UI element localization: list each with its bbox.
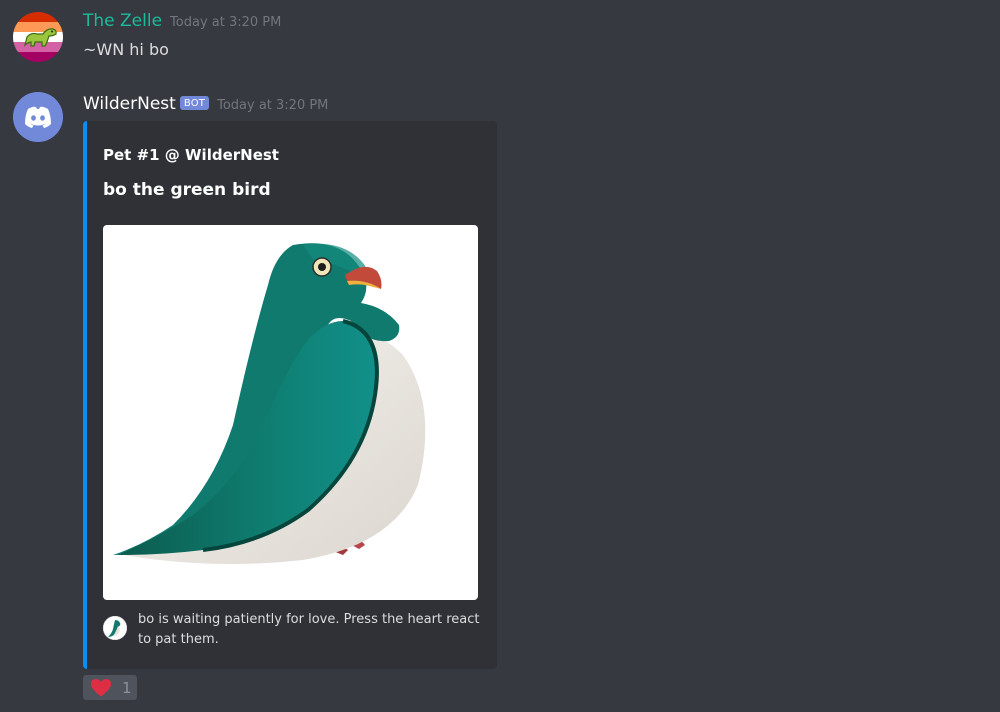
heart-icon	[91, 679, 111, 697]
heart-reaction-button[interactable]: 1	[83, 675, 137, 700]
timestamp: Today at 3:20 PM	[170, 15, 282, 30]
reaction-count: 1	[122, 678, 132, 697]
embed-footer-icon	[103, 616, 127, 640]
lesbian-flag-dino-avatar-icon	[13, 12, 63, 62]
bot-tag-badge: BOT	[179, 96, 210, 110]
username[interactable]: WilderNest	[83, 94, 176, 114]
green-bird-illustration-icon	[113, 243, 426, 564]
bird-thumbnail-icon	[103, 616, 127, 640]
username[interactable]: The Zelle	[83, 11, 162, 31]
rich-embed: Pet #1 @ WilderNest bo the green bird bo…	[83, 121, 497, 669]
user-avatar[interactable]	[13, 12, 63, 62]
discord-logo-icon	[13, 92, 63, 142]
embed-title: bo the green bird	[103, 180, 271, 200]
timestamp: Today at 3:20 PM	[217, 98, 329, 113]
embed-image[interactable]	[103, 225, 478, 600]
message-the-zelle: The Zelle Today at 3:20 PM ~WN hi bo	[0, 0, 1000, 80]
embed-author: Pet #1 @ WilderNest	[103, 146, 279, 164]
bot-avatar[interactable]	[13, 92, 63, 142]
embed-footer-text: bo is waiting patiently for love. Press …	[138, 612, 480, 647]
message-text: ~WN hi bo	[83, 40, 169, 59]
